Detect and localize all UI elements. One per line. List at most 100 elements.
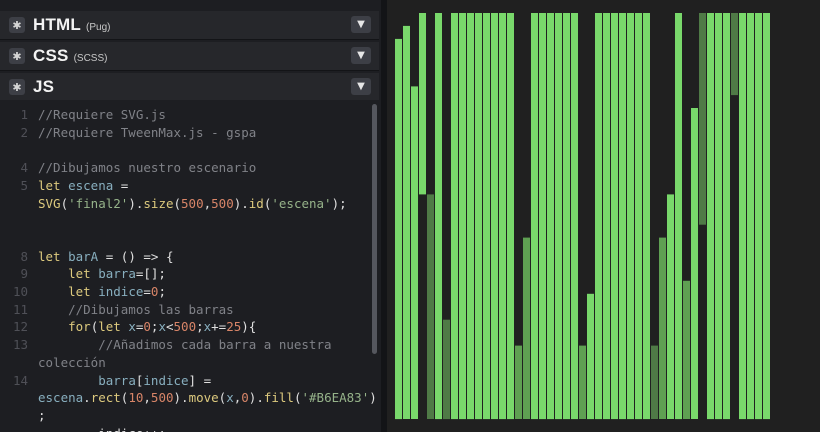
gear-icon[interactable]: ✱ <box>9 17 25 33</box>
code-token: = <box>143 284 151 299</box>
preview-bar <box>747 13 754 420</box>
preview-bar <box>579 345 586 419</box>
line-number: 2 <box>20 124 28 140</box>
preview-canvas <box>387 0 820 432</box>
code-token: 'escena' <box>271 195 332 211</box>
code-token: '#B6EA83' <box>301 390 370 406</box>
preview-bar <box>507 13 514 420</box>
preview-bar <box>411 86 418 420</box>
code-token: move <box>188 390 219 406</box>
js-code-editor[interactable]: 1 //Requiere SVG.js 2 //Requiere TweenMax.j… <box>0 100 379 432</box>
chevron-down-icon[interactable]: ▼ <box>351 47 371 64</box>
preview-bar <box>467 13 474 420</box>
code-token: 0 <box>241 390 249 406</box>
preview-bar <box>459 13 466 420</box>
code-token: =[]; <box>135 266 166 282</box>
code-token: , <box>203 195 212 211</box>
html-panel-header[interactable]: ✱ HTML (Pug) ▼ <box>0 11 379 40</box>
code-token: ){ <box>241 319 257 335</box>
code-token: //Requiere SVG.js <box>38 107 166 122</box>
code-token: indice <box>143 372 189 388</box>
code-token: for <box>38 319 91 335</box>
code-token: ; <box>38 407 46 423</box>
preview-bar <box>627 13 634 420</box>
code-token: x <box>158 319 166 335</box>
gear-icon[interactable]: ✱ <box>9 48 25 64</box>
preview-bar <box>651 345 658 419</box>
preview-bar <box>763 13 770 420</box>
code-token: barra <box>98 372 136 388</box>
code-token: SVG <box>38 195 61 211</box>
code-token: ] = <box>188 372 212 388</box>
line-number: 5 <box>20 177 28 193</box>
code-token: += <box>211 319 227 335</box>
code-token: barA <box>68 248 99 264</box>
code-token: barra <box>98 266 136 282</box>
chevron-down-icon[interactable]: ▼ <box>351 78 371 95</box>
js-panel-title: JS <box>33 77 55 96</box>
preview-bar <box>699 13 706 225</box>
preview-bar <box>483 13 490 420</box>
preview-bar <box>635 13 642 420</box>
code-token: escena <box>68 177 114 193</box>
preview-bar <box>707 13 714 420</box>
code-token: let <box>38 284 99 299</box>
code-token: 500 <box>181 195 204 211</box>
preview-bar <box>491 13 498 420</box>
preview-bar <box>531 13 538 420</box>
code-token: ; <box>158 284 166 299</box>
code-line: colección <box>38 355 106 370</box>
preview-bar <box>611 13 618 420</box>
code-line: //Requiere SVG.js <box>38 107 166 122</box>
code-token: ); <box>331 195 347 211</box>
js-panel-header[interactable]: ✱ JS ▼ <box>0 73 379 102</box>
code-token: indice++; <box>38 426 166 432</box>
preview-bar <box>571 13 578 420</box>
preview-bar <box>523 237 530 419</box>
code-token: size <box>143 195 174 211</box>
code-line: let escena = <box>38 178 128 193</box>
css-panel-title: CSS <box>33 46 69 65</box>
code-token: let <box>38 248 69 264</box>
preview-pane <box>387 0 820 432</box>
code-token: 500 <box>150 390 174 406</box>
code-token: let <box>38 266 99 282</box>
preview-bar <box>739 13 746 420</box>
gear-icon[interactable]: ✱ <box>9 79 25 95</box>
code-token: 25 <box>226 319 242 335</box>
code-token: 500 <box>173 319 197 335</box>
preview-bar <box>443 319 450 420</box>
preview-bar <box>643 13 650 420</box>
code-token: let <box>38 177 69 193</box>
editor-column: ✱ HTML (Pug) ▼ ✱ CSS (SCSS) ▼ ✱ JS ▼ 1 //… <box>0 0 381 432</box>
code-token: id <box>248 195 264 211</box>
preview-bar <box>659 237 666 419</box>
code-line: for(let x=0;x<500;x+=25){ <box>38 319 256 334</box>
code-token: 0 <box>143 319 151 335</box>
code-token: 500 <box>211 195 234 211</box>
editor-scrollbar[interactable] <box>372 104 377 354</box>
code-token: fill <box>263 390 294 406</box>
code-token: colección <box>38 354 106 370</box>
code-line: let barra=[]; <box>38 266 166 281</box>
code-token: x <box>226 390 234 406</box>
preview-bar <box>395 38 402 420</box>
code-line: let barA = () => { <box>38 249 173 264</box>
preview-bar <box>547 13 554 420</box>
code-line: ; <box>38 408 46 423</box>
chevron-down-icon[interactable]: ▼ <box>351 16 371 33</box>
code-token: //Requiere TweenMax.js - gspa <box>38 124 257 140</box>
preview-bar <box>515 345 522 419</box>
preview-bar <box>755 13 762 420</box>
preview-bar <box>427 194 434 419</box>
line-number: 9 <box>20 266 28 282</box>
line-number: 1 <box>20 107 28 122</box>
css-panel-header[interactable]: ✱ CSS (SCSS) ▼ <box>0 42 379 71</box>
preview-bar <box>563 13 570 420</box>
code-line: //Dibujamos las barras <box>38 302 234 317</box>
preview-bar <box>667 194 674 419</box>
code-token: ; <box>196 319 204 335</box>
code-token: x <box>128 319 136 335</box>
code-token: < <box>165 319 174 335</box>
code-token: 10 <box>128 390 144 406</box>
